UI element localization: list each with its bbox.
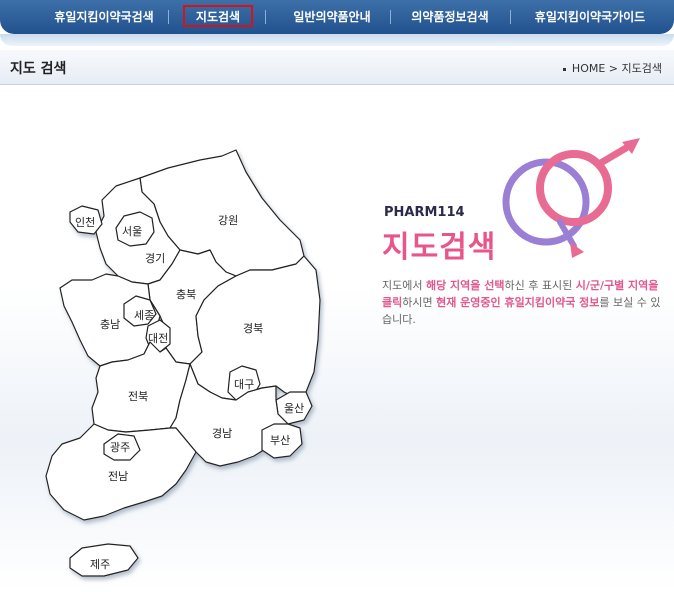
breadcrumb-home[interactable]: HOME <box>572 62 605 75</box>
korea-map: 인천 서울 경기 강원 충북 세종 충남 대전 경북 대구 전북 울산 경남 부… <box>45 149 321 577</box>
label-gyeonggi: 경기 <box>145 252 165 265</box>
breadcrumb-current: 지도검색 <box>621 62 662 75</box>
label-gangwon: 강원 <box>218 214 238 227</box>
label-daegu: 대구 <box>234 378 254 391</box>
nav-divider <box>390 10 391 24</box>
map-search-content: 인천 서울 경기 강원 충북 세종 충남 대전 경북 대구 전북 울산 경남 부… <box>0 85 674 592</box>
label-chungbuk: 충북 <box>176 288 196 301</box>
label-chungnam: 충남 <box>100 318 120 331</box>
breadcrumb-separator: > <box>608 62 619 75</box>
label-ulsan: 울산 <box>284 402 304 415</box>
label-seoul: 서울 <box>122 225 142 238</box>
brand-name: PHARM114 <box>384 205 465 220</box>
nav-divider <box>168 10 169 24</box>
nav-drug-info-search[interactable]: 의약품정보검색 <box>400 8 500 26</box>
label-daejeon: 대전 <box>148 332 168 345</box>
nav-otc-guide[interactable]: 일반의약품안내 <box>284 8 380 26</box>
page-title: 지도 검색 <box>10 61 67 77</box>
label-jeonbuk: 전북 <box>128 390 148 403</box>
headline: 지도검색 <box>382 230 497 265</box>
label-gyeongnam: 경남 <box>212 427 232 440</box>
highlight-text: 해당 지역을 선택 <box>425 279 505 292</box>
label-gyeongbuk: 경북 <box>243 322 263 335</box>
highlight-text: 현재 운영중인 휴일지킴이약국 정보 <box>436 296 600 309</box>
nav-holiday-pharmacy-search[interactable]: 휴일지킴이약국검색 <box>48 8 160 26</box>
label-sejong: 세종 <box>134 309 154 322</box>
rings-logo-icon <box>502 138 640 258</box>
label-jeonnam: 전남 <box>108 470 128 483</box>
nav-divider <box>510 10 511 24</box>
breadcrumb: HOME > 지도검색 <box>562 60 662 76</box>
nav-pharmacy-guide[interactable]: 휴일지킴이약국가이드 <box>522 8 658 26</box>
label-incheon: 인천 <box>75 215 95 229</box>
bullet-icon <box>562 67 566 71</box>
label-busan: 부산 <box>270 434 290 447</box>
description-text: 지도에서 해당 지역을 선택하신 후 표시된 시/군/구별 지역을 클릭하시면 … <box>382 277 662 328</box>
nav-active-highlight <box>183 5 253 27</box>
top-nav: 휴일지킴이약국검색 지도검색 일반의약품안내 의약품정보검색 휴일지킴이약국가이… <box>0 0 674 46</box>
description-segment: 하신 후 표시된 <box>504 279 576 292</box>
description-segment: 지도에서 <box>382 279 426 292</box>
label-jeju: 제주 <box>90 558 110 571</box>
label-gwangju: 광주 <box>110 441 130 454</box>
nav-divider <box>265 10 266 24</box>
description-segment: 하시면 <box>402 296 437 309</box>
